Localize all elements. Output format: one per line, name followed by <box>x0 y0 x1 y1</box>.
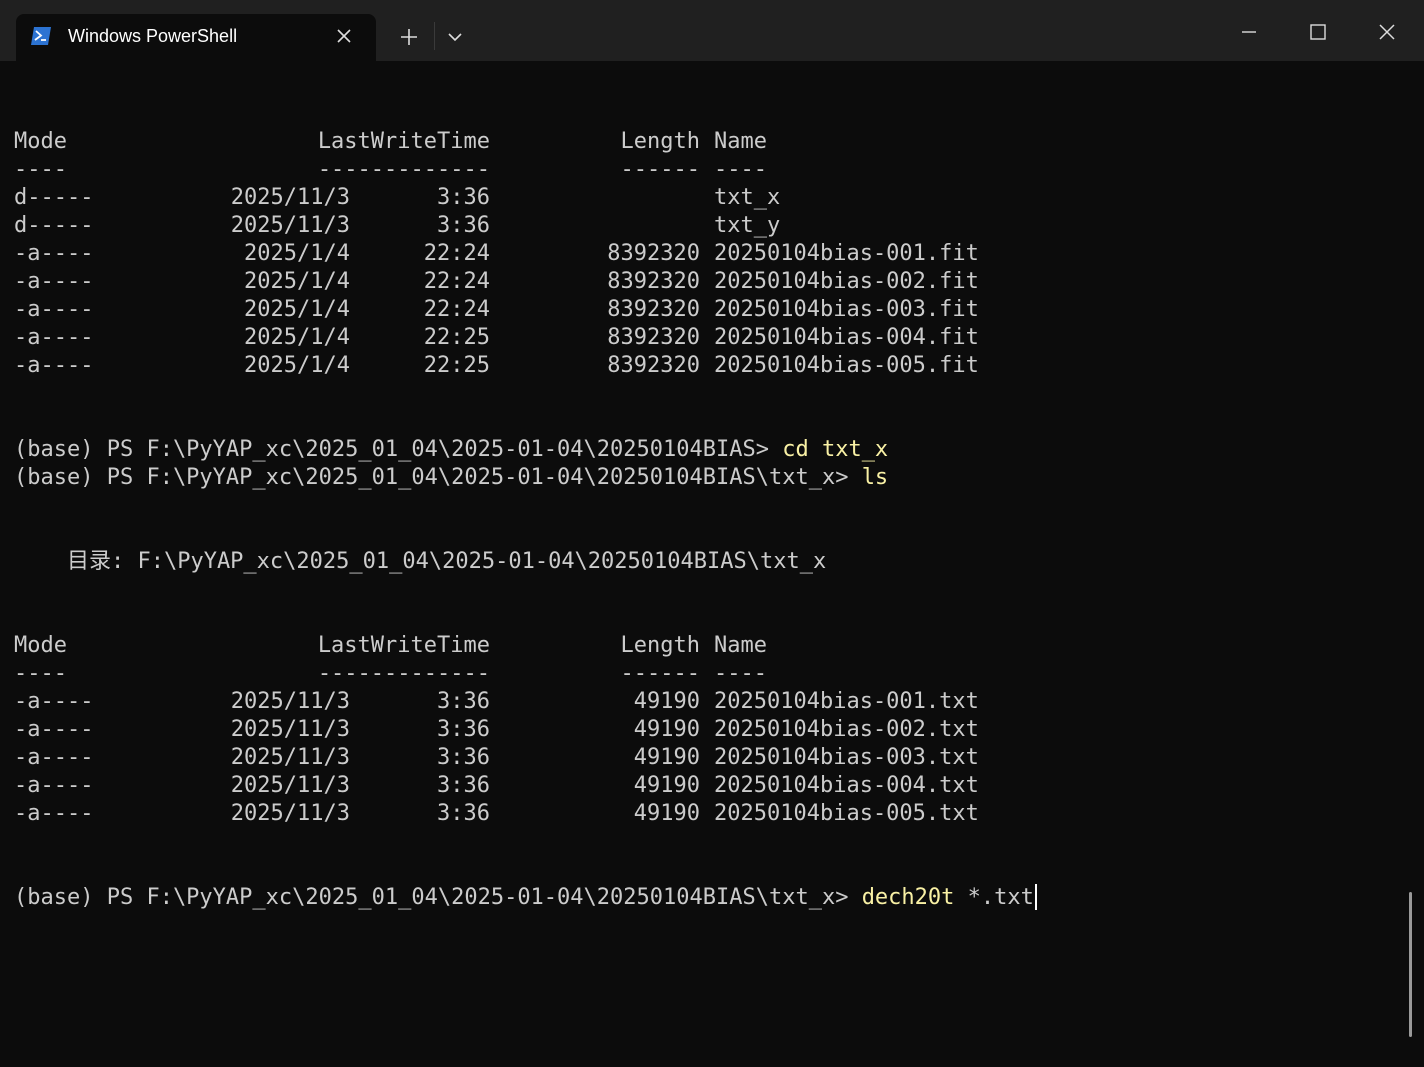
listing-rows: d----- 2025/11/3 3:36 txt_x d----- 2025/11/3 3… <box>14 184 1404 380</box>
close-icon[interactable] <box>1367 12 1407 52</box>
listing-underline: ---- ------------- ------ ---- <box>14 156 1404 184</box>
prompt-text: (base) PS F:\PyYAP_xc\2025_01_04\2025-01… <box>14 885 862 910</box>
list-item: -a---- 2025/1/4 22:24 8392320 20250104bias-0… <box>14 296 1404 324</box>
row-time: 3:36 <box>437 213 490 238</box>
tab-separator <box>434 22 435 50</box>
row-length: 49190 <box>633 801 700 826</box>
prompt-line: (base) PS F:\PyYAP_xc\2025_01_04\2025-01… <box>14 464 1404 492</box>
row-name: txt_x <box>714 185 781 210</box>
row-name: 20250104bias-005.txt <box>714 801 979 826</box>
row-name: 20250104bias-004.fit <box>714 325 979 350</box>
chevron-down-icon[interactable] <box>444 26 466 48</box>
tab-powershell[interactable]: Windows PowerShell <box>16 14 376 61</box>
list-item: -a---- 2025/11/3 3:36 49190 20250104bias-005… <box>14 800 1404 828</box>
scrollbar[interactable] <box>1409 892 1412 1037</box>
row-length: 8392320 <box>607 241 700 266</box>
row-name: 20250104bias-001.txt <box>714 689 979 714</box>
terminal-output[interactable]: Mode LastWriteTime Length Name ---- ----… <box>14 128 1404 912</box>
column-length: Length <box>620 633 700 658</box>
terminal-window: Windows PowerShell Mode LastWriteTime Le… <box>0 0 1424 1067</box>
underline-length: ------ <box>620 157 700 182</box>
powershell-icon <box>30 26 52 46</box>
row-name: 20250104bias-002.fit <box>714 269 979 294</box>
prompt-text: (base) PS F:\PyYAP_xc\2025_01_04\2025-01… <box>14 437 783 462</box>
row-name: 20250104bias-003.fit <box>714 297 979 322</box>
column-name: Name <box>714 129 767 154</box>
prompt-line: (base) PS F:\PyYAP_xc\2025_01_04\2025-01… <box>14 436 1404 464</box>
prompt-line-current[interactable]: (base) PS F:\PyYAP_xc\2025_01_04\2025-01… <box>14 884 1404 912</box>
listing-underline: ---- ------------- ------ ---- <box>14 660 1404 688</box>
maximize-icon[interactable] <box>1298 12 1338 52</box>
row-name: 20250104bias-005.fit <box>714 353 979 378</box>
row-length: 49190 <box>633 773 700 798</box>
close-icon[interactable] <box>334 26 354 46</box>
row-name: txt_y <box>714 213 781 238</box>
underline-name: ---- <box>714 157 767 182</box>
row-name: 20250104bias-001.fit <box>714 241 979 266</box>
listing-rows: -a---- 2025/11/3 3:36 49190 20250104bias-001… <box>14 688 1404 828</box>
row-length: 8392320 <box>607 297 700 322</box>
row-length: 49190 <box>633 717 700 742</box>
column-length: Length <box>620 129 700 154</box>
command-text: ls <box>861 465 889 490</box>
list-item: -a---- 2025/1/4 22:25 8392320 20250104bias-0… <box>14 352 1404 380</box>
list-item: -a---- 2025/1/4 22:25 8392320 20250104bias-0… <box>14 324 1404 352</box>
listing-header: Mode LastWriteTime Length Name <box>14 128 1404 156</box>
list-item: -a---- 2025/11/3 3:36 49190 20250104bias-003… <box>14 744 1404 772</box>
list-item: d----- 2025/11/3 3:36 txt_x <box>14 184 1404 212</box>
text-cursor <box>1034 884 1037 910</box>
title-bar: Windows PowerShell <box>0 0 1424 61</box>
list-item: -a---- 2025/11/3 3:36 49190 20250104bias-002… <box>14 716 1404 744</box>
prompt-text: (base) PS F:\PyYAP_xc\2025_01_04\2025-01… <box>14 465 862 490</box>
row-length: 8392320 <box>607 269 700 294</box>
minimize-icon[interactable] <box>1229 12 1269 52</box>
command-text: cd txt_x <box>782 437 889 462</box>
list-item: -a---- 2025/1/4 22:24 8392320 20250104bias-0… <box>14 240 1404 268</box>
command-text: dech20t <box>861 885 955 910</box>
command-args: *.txt <box>954 885 1034 910</box>
list-item: d----- 2025/11/3 3:36 txt_y <box>14 212 1404 240</box>
row-length: 8392320 <box>607 325 700 350</box>
list-item: -a---- 2025/11/3 3:36 49190 20250104bias-001… <box>14 688 1404 716</box>
underline-name: ---- <box>714 661 767 686</box>
row-length: 8392320 <box>607 353 700 378</box>
plus-icon[interactable] <box>396 24 422 50</box>
underline-length: ------ <box>620 661 700 686</box>
list-item: -a---- 2025/11/3 3:36 49190 20250104bias-004… <box>14 772 1404 800</box>
row-time: 3:36 <box>437 185 490 210</box>
row-name: 20250104bias-002.txt <box>714 717 979 742</box>
listing-header: Mode LastWriteTime Length Name <box>14 632 1404 660</box>
column-name: Name <box>714 633 767 658</box>
tab-title: Windows PowerShell <box>68 26 238 46</box>
row-length: 49190 <box>633 745 700 770</box>
list-item: -a---- 2025/1/4 22:24 8392320 20250104bias-0… <box>14 268 1404 296</box>
row-length: 49190 <box>633 689 700 714</box>
row-name: 20250104bias-004.txt <box>714 773 979 798</box>
directory-line: 目录: F:\PyYAP_xc\2025_01_04\2025-01-04\20… <box>14 549 827 574</box>
row-name: 20250104bias-003.txt <box>714 745 979 770</box>
